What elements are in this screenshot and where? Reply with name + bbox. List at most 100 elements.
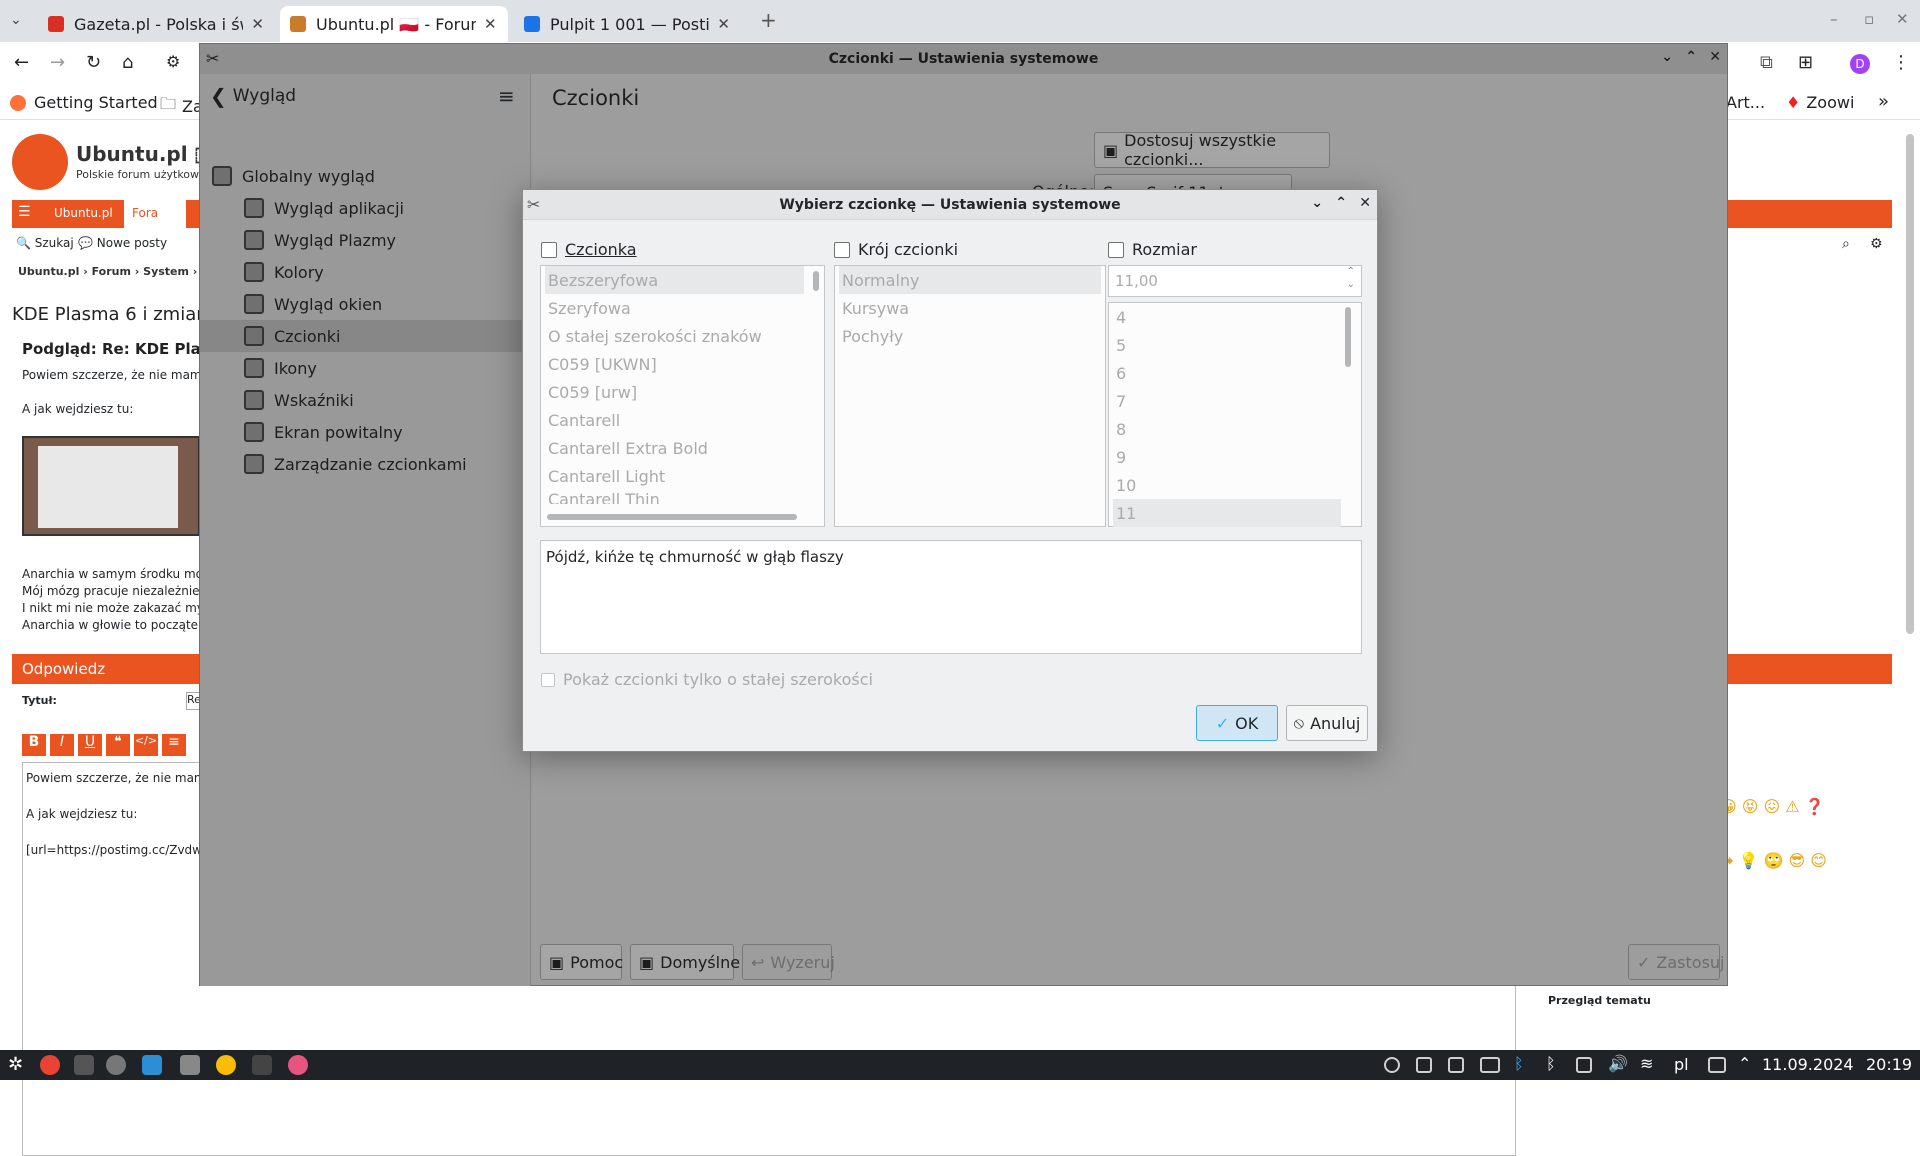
dialog-close-icon[interactable]: ✕ xyxy=(1359,195,1371,211)
checkbox-box[interactable] xyxy=(1108,241,1124,258)
ubuntu-app-icon[interactable] xyxy=(106,1055,126,1075)
search-icon[interactable]: ⌕ xyxy=(1842,236,1850,252)
font-style-item[interactable]: Normalny xyxy=(839,266,1101,294)
font-list-vscrollbar[interactable] xyxy=(813,271,819,291)
font-size-item[interactable]: 8 xyxy=(1113,415,1357,443)
sidebar-item[interactable]: Zarządzanie czcionkami xyxy=(200,448,531,480)
font-list-hscrollbar[interactable] xyxy=(547,514,797,520)
font-style-list[interactable]: Normalny Kursywa Pochyły xyxy=(834,265,1106,527)
tab-search-chevron-icon[interactable]: ⌄ xyxy=(10,12,22,28)
dialog-maximize-icon[interactable]: ⌃ xyxy=(1335,195,1347,211)
font-style-item[interactable]: Pochyły xyxy=(839,322,1101,350)
ok-button[interactable]: ✓ OK xyxy=(1196,705,1278,741)
font-family-item[interactable]: Cantarell Thin xyxy=(545,490,804,504)
sidebar-item[interactable]: Globalny wygląd xyxy=(200,160,531,192)
terminal-task-icon[interactable] xyxy=(252,1055,272,1075)
sidebar-item[interactable]: Wygląd okien xyxy=(200,288,531,320)
settings-gear-icon[interactable]: ⚙ xyxy=(1870,236,1883,252)
kde-maximize-icon[interactable]: ⌃ xyxy=(1685,49,1697,65)
maximize-icon[interactable]: ▫ xyxy=(1864,10,1874,28)
breadcrumb-forum[interactable]: Forum xyxy=(92,265,131,278)
apply-button[interactable]: ✓ Zastosuj xyxy=(1628,944,1725,980)
reset-button[interactable]: ↩ Wyzeruj xyxy=(742,944,835,980)
keyboard-layout-indicator[interactable]: pl xyxy=(1674,1055,1689,1074)
kde-back-button[interactable]: ❮ Wygląd xyxy=(210,84,296,108)
sidebar-item[interactable]: Czcionki xyxy=(200,320,531,352)
sidebar-item[interactable]: Wygląd Plazmy xyxy=(200,224,531,256)
monospace-only-checkbox[interactable]: Pokaż czcionki tylko o stałej szerokości xyxy=(541,670,873,689)
font-family-list[interactable]: Bezszeryfowa Szeryfowa O stałej szerokości… xyxy=(540,265,825,527)
app-launcher-icon[interactable]: ✲ xyxy=(8,1054,23,1075)
bookmark-zoowi[interactable]: ♦ Zoowi xyxy=(1786,93,1854,112)
sidebar-item[interactable]: Kolory xyxy=(200,256,531,288)
home-icon[interactable]: ⌂ xyxy=(122,52,133,73)
usb-tray-icon[interactable] xyxy=(1576,1057,1592,1073)
system-settings-task-icon[interactable] xyxy=(142,1055,162,1075)
bluetooth-tray-icon[interactable]: ᛒ xyxy=(1514,1054,1524,1073)
font-family-item[interactable]: C059 [UKWN] xyxy=(545,350,804,378)
close-tab-icon[interactable]: ✕ xyxy=(251,15,264,33)
font-family-item[interactable]: O stałej szerokości znaków xyxy=(545,322,804,350)
font-size-checkbox[interactable]: Rozmiar xyxy=(1108,240,1197,259)
bookmark-art[interactable]: Art... xyxy=(1726,93,1765,112)
font-size-item[interactable]: 10 xyxy=(1113,471,1357,499)
tab-ubuntu-forum[interactable]: Ubuntu.pl 🇵🇱 - Forum Ubuntu ✕ xyxy=(280,6,508,42)
users-tray-icon[interactable] xyxy=(1416,1057,1432,1073)
list-button[interactable]: ≡ xyxy=(162,734,186,756)
minimize-icon[interactable]: – xyxy=(1830,10,1838,28)
size-list-scrollbar[interactable] xyxy=(1345,307,1351,367)
close-tab-icon[interactable]: ✕ xyxy=(484,15,497,33)
defaults-button[interactable]: ▣ Domyślne xyxy=(630,944,740,980)
sidebar-item[interactable]: Ekran powitalny xyxy=(200,416,531,448)
font-preview-box[interactable]: Pójdź, kińże tę chmurność w głąb flaszy xyxy=(540,540,1362,654)
tab-gazeta[interactable]: Gazeta.pl - Polska i świat ✕ xyxy=(38,6,274,42)
display-tray-icon[interactable] xyxy=(1708,1057,1726,1073)
recorder-icon[interactable] xyxy=(288,1055,308,1075)
adjust-all-fonts-button[interactable]: ▣ Dostosuj wszystkie czcionki... xyxy=(1094,131,1330,169)
reload-icon[interactable]: ↻ xyxy=(86,52,101,73)
site-title[interactable]: Ubuntu.pl 🇵 xyxy=(76,142,212,166)
profile-avatar[interactable]: D xyxy=(1850,54,1870,74)
files-icon[interactable] xyxy=(180,1055,200,1075)
font-size-item[interactable]: 9 xyxy=(1113,443,1357,471)
spin-up-icon[interactable]: ⌃ xyxy=(1347,266,1355,277)
font-size-list[interactable]: 4 5 6 7 8 9 10 11 xyxy=(1108,302,1362,527)
close-window-icon[interactable]: ✕ xyxy=(1896,10,1909,28)
font-family-item[interactable]: Bezszeryfowa xyxy=(545,266,804,294)
chrome-task-icon[interactable] xyxy=(216,1055,236,1075)
terminal-icon[interactable] xyxy=(74,1055,94,1075)
emoji-row[interactable]: 😀 😝 😖 ⚠ ❓ xyxy=(1720,780,1827,834)
steam-tray-icon[interactable] xyxy=(1384,1057,1400,1073)
checkbox-box[interactable] xyxy=(834,241,850,258)
font-size-item[interactable]: 11 xyxy=(1113,499,1341,527)
site-settings-icon[interactable]: ⚙ xyxy=(166,52,180,71)
new-tab-button[interactable]: + xyxy=(760,8,777,32)
font-size-item[interactable]: 4 xyxy=(1113,303,1357,331)
bookmark-folder-za[interactable]: 🗀 Za xyxy=(160,93,203,120)
font-size-spinbox[interactable]: 11,00 ⌃ ⌄ xyxy=(1108,265,1362,297)
bookmarks-overflow-icon[interactable]: » xyxy=(1878,91,1889,112)
font-family-item[interactable]: Szeryfowa xyxy=(545,294,804,322)
spin-down-icon[interactable]: ⌄ xyxy=(1347,279,1355,290)
checkbox-box[interactable] xyxy=(541,672,555,687)
emoji-row[interactable]: ➡ 💡 🙄 😎 😊 xyxy=(1720,834,1827,888)
italic-button[interactable]: I xyxy=(50,734,74,756)
font-family-item[interactable]: Cantarell Light xyxy=(545,462,804,490)
font-family-item[interactable]: C059 [urw] xyxy=(545,378,804,406)
font-size-item[interactable]: 5 xyxy=(1113,331,1357,359)
tab-postimages[interactable]: Pulpit 1 001 — Postimages ✕ xyxy=(514,6,740,42)
dialog-minimize-icon[interactable]: ⌄ xyxy=(1311,195,1323,211)
browser-menu-icon[interactable]: ⋮ xyxy=(1892,52,1910,73)
new-posts-link[interactable]: 💬 Nowe posty xyxy=(78,236,167,250)
quote-button[interactable]: ❝ xyxy=(106,734,130,756)
font-style-checkbox[interactable]: Krój czcionki xyxy=(834,240,958,259)
font-size-item[interactable]: 7 xyxy=(1113,387,1357,415)
clipboard-tray-icon[interactable] xyxy=(1448,1057,1464,1073)
sidebar-item[interactable]: Wygląd aplikacji xyxy=(200,192,531,224)
help-button[interactable]: ▣ Pomoc xyxy=(540,944,623,980)
kde-minimize-icon[interactable]: ⌄ xyxy=(1661,49,1673,65)
topic-title[interactable]: KDE Plasma 6 i zmiana xyxy=(12,304,219,325)
nav-fora-tab[interactable]: Fora xyxy=(124,200,186,228)
review-topic-label[interactable]: Przegląd tematu xyxy=(1548,994,1651,1007)
battery-tray-icon[interactable] xyxy=(1480,1057,1500,1073)
